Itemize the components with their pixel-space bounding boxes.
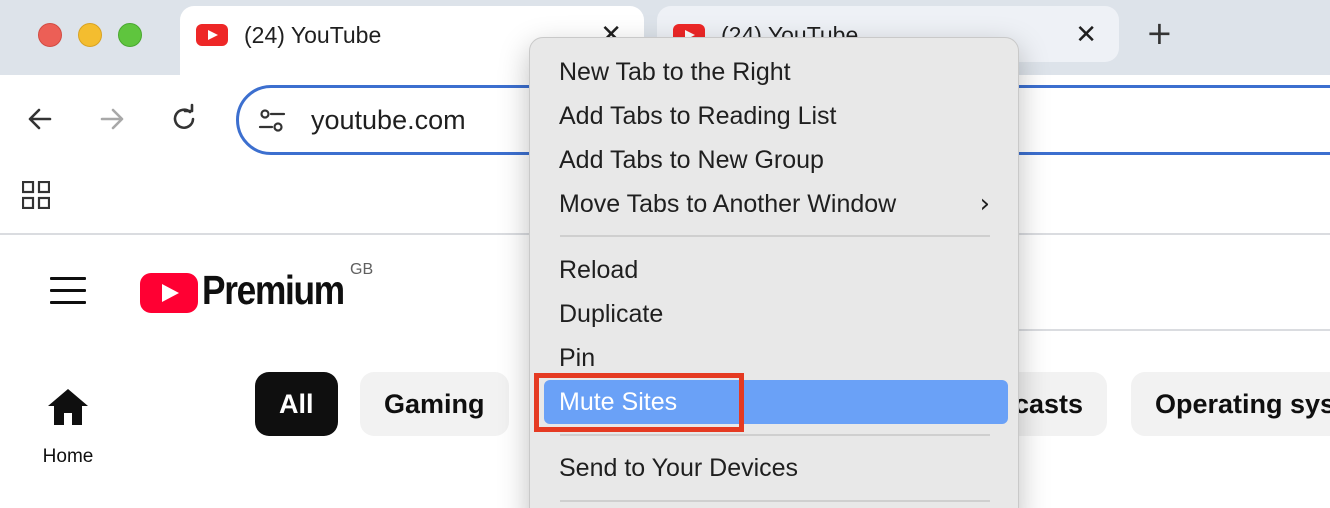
menu-separator — [560, 500, 990, 502]
menu-item-add-reading-list[interactable]: Add Tabs to Reading List — [530, 94, 1020, 138]
url-text: youtube.com — [311, 105, 466, 135]
minimize-window-button[interactable] — [78, 23, 102, 47]
menu-item-label: Send to Your Devices — [559, 454, 799, 482]
chevron-right-icon: › — [979, 189, 990, 219]
youtube-favicon-icon — [196, 24, 228, 46]
sidebar-item-label: Home — [42, 446, 94, 467]
close-window-button[interactable] — [38, 23, 62, 47]
back-arrow-icon[interactable] — [24, 103, 56, 135]
youtube-play-icon — [140, 273, 198, 313]
menu-item-add-new-group[interactable]: Add Tabs to New Group — [530, 138, 1020, 182]
forward-arrow-icon[interactable] — [96, 103, 128, 135]
browser-window: (24) YouTube ✕ (24) YouTube ✕ + youtube.… — [0, 0, 1330, 508]
menu-item-move-another-window[interactable]: Move Tabs to Another Window › — [530, 182, 1020, 226]
apps-grid-icon[interactable] — [22, 181, 50, 209]
menu-item-label: Add Tabs to New Group — [559, 146, 824, 174]
menu-item-label: New Tab to the Right — [559, 58, 791, 86]
menu-separator — [560, 434, 990, 436]
close-icon[interactable]: ✕ — [1075, 20, 1097, 50]
menu-item-send-to-devices[interactable]: Send to Your Devices — [530, 446, 1020, 490]
menu-separator — [560, 235, 990, 237]
region-code: GB — [350, 261, 374, 278]
menu-item-label: Add Tabs to Reading List — [559, 102, 837, 130]
menu-item-label: Duplicate — [559, 300, 664, 328]
menu-item-duplicate[interactable]: Duplicate — [530, 292, 1020, 336]
chip-gaming[interactable]: Gaming — [360, 372, 509, 436]
menu-item-label: Reload — [559, 256, 639, 284]
tab-context-menu: New Tab to the Right Add Tabs to Reading… — [529, 37, 1019, 508]
menu-item-new-tab-right[interactable]: New Tab to the Right — [530, 50, 1020, 94]
maximize-window-button[interactable] — [118, 23, 142, 47]
home-icon — [48, 389, 88, 425]
tab-title: (24) YouTube — [244, 22, 382, 48]
new-tab-button[interactable]: + — [1146, 14, 1173, 52]
menu-item-label: Pin — [559, 344, 596, 372]
search-box[interactable] — [1010, 251, 1330, 331]
chip-operating-systems[interactable]: Operating syst — [1131, 372, 1330, 436]
menu-icon[interactable] — [50, 277, 86, 305]
sidebar-item-home[interactable]: Home — [30, 387, 106, 468]
chip-all[interactable]: All — [255, 372, 338, 436]
menu-item-label: Move Tabs to Another Window — [559, 190, 897, 218]
menu-item-reload[interactable]: Reload — [530, 248, 1020, 292]
site-settings-icon[interactable] — [257, 106, 287, 136]
reload-icon[interactable] — [168, 103, 200, 135]
annotation-highlight-box — [534, 373, 744, 432]
logo-text: Premium — [202, 267, 345, 313]
